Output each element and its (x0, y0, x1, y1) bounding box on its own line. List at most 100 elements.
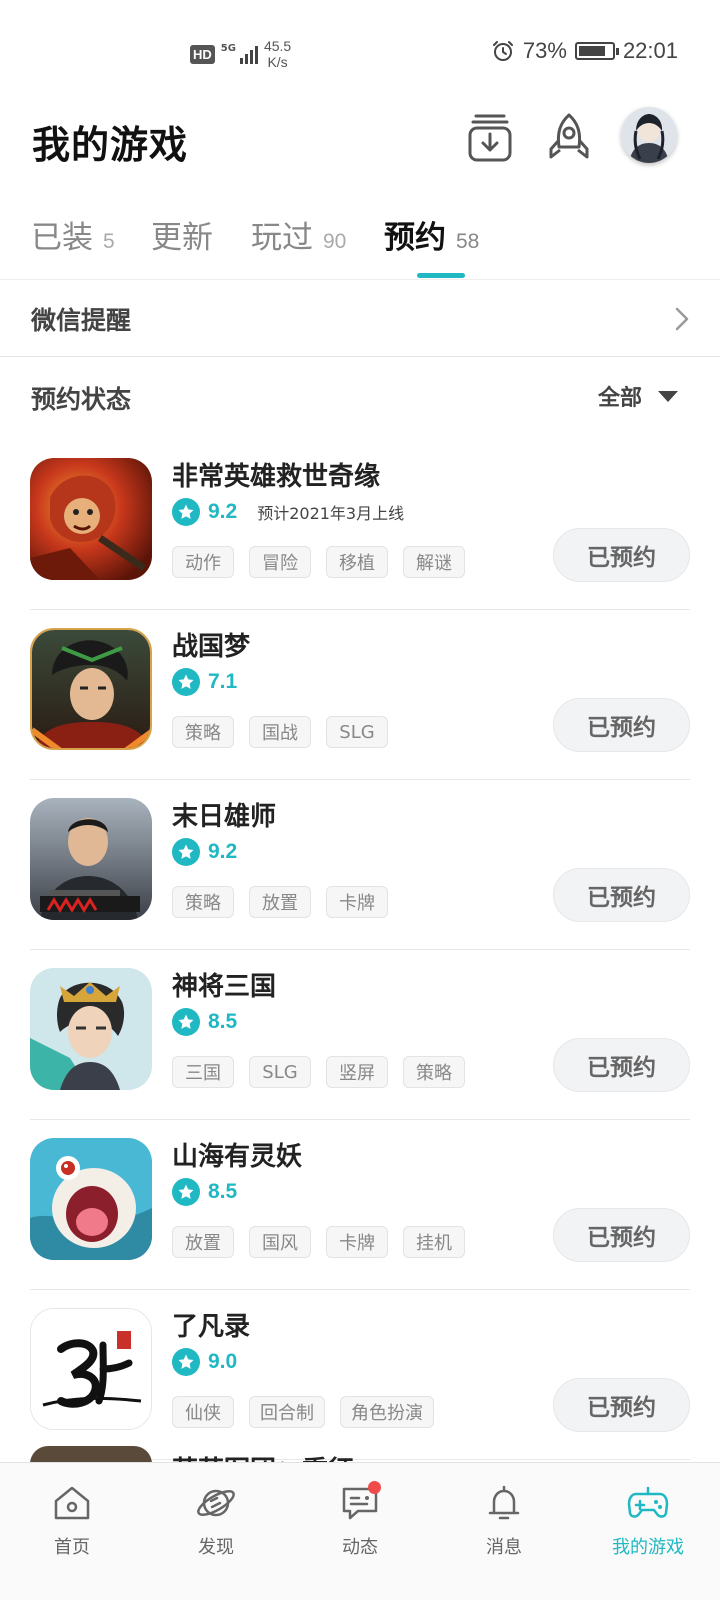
nav-messages[interactable]: 消息 (432, 1481, 576, 1559)
game-name: 战国梦 (172, 632, 251, 662)
game-item[interactable]: 了凡录 9.0 仙侠 回合制 角色扮演 已预约 (30, 1290, 690, 1460)
reserved-button[interactable]: 已预约 (553, 868, 690, 922)
game-rating: 8.5 (172, 1178, 237, 1206)
alarm-icon (492, 41, 513, 61)
star-icon (172, 668, 200, 696)
tab-bar: 已装 5 更新 玩过 90 预约 58 (0, 200, 720, 280)
tag[interactable]: 卡牌 (326, 1226, 388, 1258)
game-rating: 7.1 (172, 668, 237, 696)
game-name: 山海有灵妖 (172, 1142, 303, 1172)
game-item[interactable]: 神将三国 8.5 三国 SLG 竖屏 策略 已预约 (30, 950, 690, 1120)
bell-icon (488, 1485, 520, 1520)
clock: 22:01 (622, 38, 678, 63)
tag[interactable]: 三国 (172, 1056, 234, 1088)
star-icon (172, 498, 200, 526)
nav-home[interactable]: 首页 (0, 1481, 144, 1559)
game-icon (30, 628, 152, 750)
game-item[interactable]: 非常英雄救世奇缘 9.2 预计2021年3月上线 动作 冒险 移植 解谜 已预约 (30, 440, 690, 610)
game-score: 8.5 (208, 1180, 238, 1203)
download-manager-button[interactable] (466, 112, 514, 164)
game-score: 8.5 (208, 1010, 238, 1033)
rocket-icon (549, 113, 589, 159)
game-rating: 9.0 (172, 1348, 237, 1376)
status-left: HD 5G 45.5 K/s (190, 38, 291, 70)
game-score: 9.2 (208, 500, 238, 523)
tag[interactable]: 回合制 (249, 1396, 325, 1428)
rocket-button[interactable] (545, 112, 593, 164)
hd-badge: HD (190, 44, 215, 64)
notification-dot (368, 1481, 381, 1494)
active-tab-indicator (417, 273, 465, 278)
star-icon (172, 1348, 200, 1376)
reserved-button[interactable]: 已预约 (553, 1038, 690, 1092)
game-item[interactable]: 战国梦 7.1 策略 国战 SLG 已预约 (30, 610, 690, 780)
tag[interactable]: 卡牌 (326, 886, 388, 918)
wechat-reminder-label: 微信提醒 (31, 306, 132, 335)
game-item[interactable]: 末日雄师 9.2 策略 放置 卡牌 已预约 (30, 780, 690, 950)
tag[interactable]: 移植 (326, 546, 388, 578)
game-icon (30, 798, 152, 920)
game-tags: 动作 冒险 移植 解谜 (172, 546, 465, 578)
tag[interactable]: SLG (249, 1056, 311, 1088)
planet-icon (197, 1489, 235, 1517)
tag[interactable]: 解谜 (403, 546, 465, 578)
wechat-reminder-row[interactable]: 微信提醒 (0, 281, 720, 357)
game-icon (30, 458, 152, 580)
star-icon (172, 838, 200, 866)
game-name: 了凡录 (172, 1312, 251, 1342)
caret-down-icon (658, 390, 678, 402)
tag[interactable]: SLG (326, 716, 388, 748)
game-name: 末日雄师 (172, 802, 277, 832)
tag[interactable]: 放置 (172, 1226, 234, 1258)
reserved-button[interactable]: 已预约 (553, 1378, 690, 1432)
tag[interactable]: 放置 (249, 886, 311, 918)
tag[interactable]: 策略 (403, 1056, 465, 1088)
game-icon (30, 968, 152, 1090)
battery-icon (574, 42, 619, 60)
reserved-button[interactable]: 已预约 (553, 698, 690, 752)
nav-my-games[interactable]: 我的游戏 (576, 1481, 720, 1559)
tag[interactable]: 角色扮演 (340, 1396, 434, 1428)
game-tags: 策略 国战 SLG (172, 716, 388, 748)
tab-played[interactable]: 玩过 90 (251, 212, 346, 257)
header: 我的游戏 (0, 100, 720, 190)
reserved-button[interactable]: 已预约 (553, 1208, 690, 1262)
game-rating: 8.5 (172, 1008, 237, 1036)
home-icon (54, 1486, 90, 1520)
tag[interactable]: 策略 (172, 716, 234, 748)
tab-reserved[interactable]: 预约 58 (384, 212, 479, 257)
avatar[interactable] (621, 107, 677, 163)
network-type: 5G (220, 43, 236, 54)
tab-updates[interactable]: 更新 (151, 212, 213, 257)
tag[interactable]: 动作 (172, 546, 234, 578)
chevron-right-icon (675, 307, 689, 331)
game-tags: 放置 国风 卡牌 挂机 (172, 1226, 465, 1258)
reservation-status-row: 预约状态 全部 (0, 358, 720, 438)
tag[interactable]: 仙侠 (172, 1396, 234, 1428)
reservation-status-label: 预约状态 (31, 385, 132, 414)
tag[interactable]: 国战 (249, 716, 311, 748)
game-score: 9.2 (208, 840, 238, 863)
tag[interactable]: 策略 (172, 886, 234, 918)
game-item[interactable]: 山海有灵妖 8.5 放置 国风 卡牌 挂机 已预约 (30, 1120, 690, 1290)
star-icon (172, 1008, 200, 1036)
page-title: 我的游戏 (32, 123, 189, 167)
tag[interactable]: 国风 (249, 1226, 311, 1258)
reserved-button[interactable]: 已预约 (553, 528, 690, 582)
bottom-nav: 首页 发现 动态 消息 我的游戏 (0, 1462, 720, 1600)
tag[interactable]: 竖屏 (326, 1056, 388, 1088)
tab-installed[interactable]: 已装 5 (31, 212, 115, 257)
game-rating: 9.2 预计2021年3月上线 (172, 498, 404, 526)
release-date: 预计2021年3月上线 (257, 504, 405, 523)
game-icon (30, 1138, 152, 1260)
tag[interactable]: 冒险 (249, 546, 311, 578)
nav-discover[interactable]: 发现 (144, 1481, 288, 1559)
game-list: 非常英雄救世奇缘 9.2 预计2021年3月上线 动作 冒险 移植 解谜 已预约 (0, 440, 720, 1460)
download-icon (468, 114, 512, 162)
game-name: 非常英雄救世奇缘 (172, 462, 381, 492)
tag[interactable]: 挂机 (403, 1226, 465, 1258)
game-tags: 仙侠 回合制 角色扮演 (172, 1396, 434, 1428)
status-filter-dropdown[interactable]: 全部 (598, 380, 678, 412)
signal-icon: 5G (221, 44, 258, 64)
nav-feed[interactable]: 动态 (288, 1481, 432, 1559)
